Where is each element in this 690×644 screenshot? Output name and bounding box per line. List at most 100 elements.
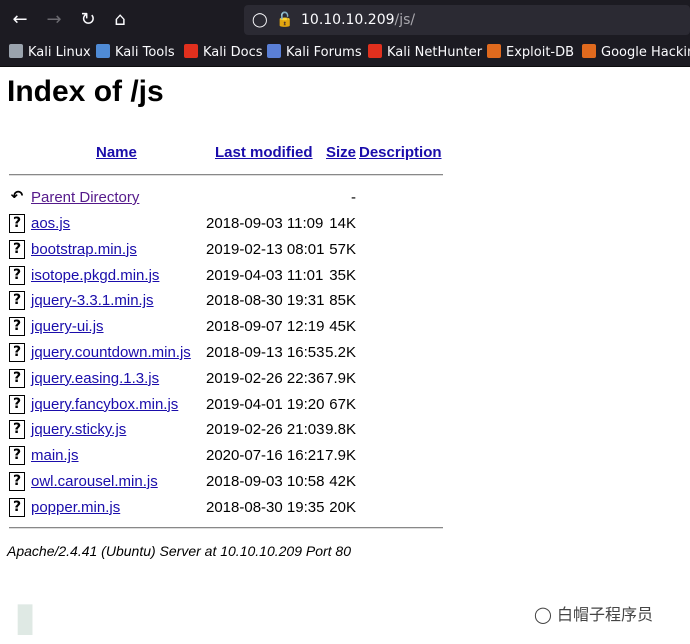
shield-icon[interactable]: ◯ xyxy=(252,5,268,35)
file-date: 2018-09-03 10:58 xyxy=(206,473,325,490)
url-path: /js/ xyxy=(394,12,416,28)
bookmark-kali-forums[interactable]: Kali Forums xyxy=(267,40,362,66)
file-row: ? jquery.sticky.js 2019-02-26 21:03 9.8K xyxy=(0,419,690,441)
footer-divider xyxy=(9,527,443,529)
lock-warning-icon[interactable]: 🔓 xyxy=(276,5,293,35)
file-date: 2020-07-16 16:21 xyxy=(206,447,325,465)
url-host: 10.10.10.209 xyxy=(301,12,395,28)
freebuf-watermark-logo: ▮ xyxy=(14,594,39,640)
file-link[interactable]: jquery-ui.js xyxy=(31,316,104,338)
file-size: 9.8K xyxy=(325,421,356,439)
url-text[interactable]: 10.10.10.209/js/ xyxy=(301,5,415,35)
unknown-file-icon: ? xyxy=(9,343,25,362)
wechat-watermark: ◯ 白帽子程序员 xyxy=(534,601,653,625)
kali-tools-icon xyxy=(96,44,110,58)
unknown-file-icon: ? xyxy=(9,214,25,233)
file-row: ? jquery.countdown.min.js 2018-09-13 16:53… xyxy=(0,342,690,364)
back-arrow-icon[interactable]: ← xyxy=(8,8,32,32)
file-link[interactable]: jquery.countdown.min.js xyxy=(31,342,191,364)
file-size: 35K xyxy=(329,266,356,284)
file-size: 20K xyxy=(329,498,356,516)
bookmark-kali-docs[interactable]: Kali Docs xyxy=(184,40,263,66)
file-link[interactable]: bootstrap.min.js xyxy=(31,239,137,261)
server-signature: Apache/2.4.41 (Ubuntu) Server at 10.10.1… xyxy=(7,543,352,559)
file-size: - xyxy=(351,189,356,206)
file-row: ? owl.carousel.min.js 2018-09-03 10:58 42K xyxy=(0,471,690,493)
file-size: 67K xyxy=(329,395,356,413)
wechat-icon: ◯ xyxy=(534,605,557,624)
file-link[interactable]: jquery.easing.1.3.js xyxy=(31,368,159,390)
back-folder-icon: ↶ xyxy=(9,187,25,207)
file-row: ? popper.min.js 2018-08-30 19:35 20K xyxy=(0,497,690,519)
file-date: 2019-02-13 08:01 xyxy=(206,240,325,258)
file-date: 2019-04-01 19:20 xyxy=(206,395,325,413)
column-header-name[interactable]: Name xyxy=(96,144,137,161)
unknown-file-icon: ? xyxy=(9,472,25,491)
home-icon[interactable]: ⌂ xyxy=(108,8,132,32)
page-title: Index of /js xyxy=(7,75,164,108)
file-date: 2018-08-30 19:35 xyxy=(206,498,325,516)
forward-arrow-icon[interactable]: → xyxy=(42,8,66,32)
file-size: 7.9K xyxy=(325,447,356,465)
file-size: 57K xyxy=(329,240,356,258)
file-row: ? bootstrap.min.js 2019-02-13 08:01 57K xyxy=(0,239,690,261)
file-size: 14K xyxy=(329,215,356,232)
bookmark-kali-nethunter[interactable]: Kali NetHunter xyxy=(368,40,482,66)
bookmark-kali-linux[interactable]: Kali Linux xyxy=(9,40,91,66)
unknown-file-icon: ? xyxy=(9,394,25,414)
unknown-file-icon: ? xyxy=(9,291,25,311)
file-link[interactable]: jquery-3.3.1.min.js xyxy=(31,290,154,312)
file-date: 2019-02-26 21:03 xyxy=(206,421,325,439)
reload-icon[interactable]: ↻ xyxy=(76,8,100,32)
file-link[interactable]: owl.carousel.min.js xyxy=(31,471,158,493)
file-date: 2018-09-13 16:53 xyxy=(206,344,325,361)
google-hacking-icon xyxy=(582,44,596,58)
column-header-last-modified[interactable]: Last modified xyxy=(215,144,313,161)
unknown-file-icon: ? xyxy=(9,497,25,517)
file-date: 2019-04-03 11:01 xyxy=(206,266,324,284)
file-row: ? jquery.fancybox.min.js 2019-04-01 19:20 6… xyxy=(0,394,690,416)
file-size: 42K xyxy=(329,473,356,490)
file-link[interactable]: jquery.sticky.js xyxy=(31,419,126,441)
file-size: 45K xyxy=(329,318,356,336)
unknown-file-icon: ? xyxy=(9,265,25,285)
url-bar[interactable]: ◯ 🔓 10.10.10.209/js/ xyxy=(244,5,690,35)
file-link[interactable]: main.js xyxy=(31,445,79,467)
kali-docs-icon xyxy=(184,44,198,58)
file-link[interactable]: aos.js xyxy=(31,213,70,235)
page-content: Index of /js Name Last modified Size Des… xyxy=(0,67,690,644)
bookmark-exploit-db[interactable]: Exploit-DB xyxy=(487,40,574,66)
file-size: 7.9K xyxy=(325,369,356,387)
unknown-file-icon: ? xyxy=(9,368,25,388)
unknown-file-icon: ? xyxy=(9,420,25,440)
file-link[interactable]: isotope.pkgd.min.js xyxy=(31,265,159,287)
file-date: 2018-09-07 12:19 xyxy=(206,318,325,336)
file-row: ? isotope.pkgd.min.js 2019-04-03 11:01 35K xyxy=(0,265,690,287)
column-header-description[interactable]: Description xyxy=(359,144,442,161)
file-date: 2018-09-03 11:09 xyxy=(206,215,324,232)
exploit-db-icon xyxy=(487,44,501,58)
browser-toolbar: ← → ↻ ⌂ ◯ 🔓 10.10.10.209/js/ xyxy=(0,0,690,40)
bookmark-google-hacking[interactable]: Google Hacking xyxy=(582,40,690,66)
header-divider xyxy=(9,174,443,176)
file-link[interactable]: popper.min.js xyxy=(31,497,120,519)
file-link[interactable]: jquery.fancybox.min.js xyxy=(31,394,178,416)
bookmark-kali-tools[interactable]: Kali Tools xyxy=(96,40,175,66)
parent-directory-link[interactable]: Parent Directory xyxy=(31,187,139,209)
bookmarks-bar: Kali Linux Kali Tools Kali Docs Kali For… xyxy=(0,40,690,67)
unknown-file-icon: ? xyxy=(9,239,25,259)
file-row: ? aos.js 2018-09-03 11:09 14K xyxy=(0,213,690,235)
unknown-file-icon: ? xyxy=(9,446,25,466)
column-header-size[interactable]: Size xyxy=(326,144,356,161)
file-row: ? main.js 2020-07-16 16:21 7.9K xyxy=(0,445,690,467)
file-size: 5.2K xyxy=(325,344,356,361)
parent-directory-row: ↶ Parent Directory - xyxy=(0,187,690,209)
file-date: 2019-02-26 22:36 xyxy=(206,369,325,387)
file-row: ? jquery.easing.1.3.js 2019-02-26 22:36 7.9… xyxy=(0,368,690,390)
watermark-account: 白帽子程序员 xyxy=(557,605,654,624)
file-row: ? jquery-ui.js 2018-09-07 12:19 45K xyxy=(0,316,690,338)
kali-dragon-icon xyxy=(9,44,23,58)
file-date: 2018-08-30 19:31 xyxy=(206,292,325,310)
kali-forums-icon xyxy=(267,44,281,58)
kali-nethunter-icon xyxy=(368,44,382,58)
